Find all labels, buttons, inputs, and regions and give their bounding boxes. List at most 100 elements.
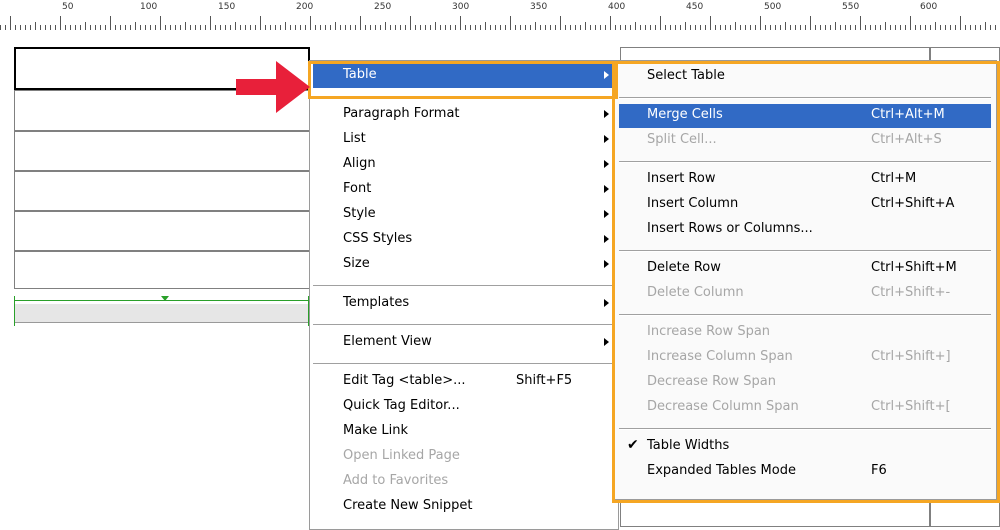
menu-item-style[interactable]: Style	[313, 203, 615, 227]
ruler-tick	[125, 25, 126, 30]
menu-item-insert-row[interactable]: Insert Row Ctrl+M	[619, 168, 991, 192]
ruler-tick	[905, 25, 906, 30]
ruler-tick	[335, 22, 336, 30]
ruler-tick	[355, 25, 356, 30]
menu-item-list[interactable]: List	[313, 128, 615, 152]
menu-item-paragraph-format[interactable]: Paragraph Format	[313, 103, 615, 127]
menu-item-quick-tag-editor[interactable]: Quick Tag Editor...	[313, 395, 615, 419]
ruler-tick	[240, 25, 241, 30]
menu-item-table[interactable]: Table	[313, 64, 615, 88]
ruler-tick	[475, 25, 476, 30]
menu-separator	[313, 285, 615, 287]
menu-item-label: Open Linked Page	[343, 448, 460, 463]
menu-item-shortcut: Ctrl+Shift+]	[871, 349, 951, 364]
ruler-tick	[195, 25, 196, 30]
table-width-guide[interactable]	[14, 296, 309, 332]
ruler-tick	[470, 25, 471, 30]
menu-item-css-styles[interactable]: CSS Styles	[313, 228, 615, 252]
menu-item-merge-cells[interactable]: Merge Cells Ctrl+Alt+M	[619, 104, 991, 128]
menu-item-select-table[interactable]: Select Table	[619, 65, 991, 89]
menu-item-label: List	[343, 131, 366, 146]
ruler-tick	[190, 25, 191, 30]
ruler-tick	[350, 25, 351, 30]
menu-item-create-new-snippet[interactable]: Create New Snippet	[313, 495, 615, 519]
ruler-tick	[450, 25, 451, 30]
ruler-label: 600	[920, 2, 938, 12]
ruler-tick	[755, 25, 756, 30]
menu-item-size[interactable]: Size	[313, 253, 615, 277]
menu-item-expanded-tables-mode[interactable]: Expanded Tables Mode F6	[619, 460, 991, 484]
ruler-tick	[85, 22, 86, 30]
submenu-arrow-icon	[604, 299, 609, 307]
submenu-arrow-icon	[604, 338, 609, 346]
menu-item-label: Templates	[343, 295, 410, 310]
menu-item-label: Expanded Tables Mode	[647, 463, 796, 478]
ruler-tick	[765, 25, 766, 30]
ruler-tick	[725, 25, 726, 30]
ruler-tick	[30, 25, 31, 30]
checkmark-icon: ✔	[627, 437, 639, 453]
menu-item-shortcut: Ctrl+Shift+M	[871, 260, 957, 275]
ruler-label: 100	[140, 2, 158, 12]
ruler-tick	[625, 25, 626, 30]
ruler-tick	[795, 25, 796, 30]
ruler-tick	[810, 16, 811, 30]
menu-item-element-view[interactable]: Element View	[313, 331, 615, 355]
ruler-tick	[920, 25, 921, 30]
ruler-label: 200	[296, 2, 314, 12]
ruler-tick	[105, 25, 106, 30]
ruler-tick	[435, 22, 436, 30]
ruler-tick	[535, 22, 536, 30]
table-submenu: Select Table Merge Cells Ctrl+Alt+M Split C…	[614, 60, 997, 500]
ruler-tick	[505, 25, 506, 30]
ruler-tick	[880, 25, 881, 30]
table-cell[interactable]	[14, 251, 310, 289]
menu-item-label: Table Widths	[647, 438, 730, 453]
ruler-tick	[995, 25, 996, 30]
ruler-tick	[605, 25, 606, 30]
ruler-tick	[900, 25, 901, 30]
ruler-tick	[295, 25, 296, 30]
ruler-tick	[120, 25, 121, 30]
table-cell[interactable]	[14, 171, 310, 211]
ruler-tick	[235, 22, 236, 30]
ruler-tick	[600, 25, 601, 30]
menu-item-shortcut: Shift+F5	[516, 373, 573, 388]
ruler-tick	[560, 16, 561, 30]
menu-item-align[interactable]: Align	[313, 153, 615, 177]
menu-item-label: Delete Row	[647, 260, 721, 275]
menu-item-make-link[interactable]: Make Link	[313, 420, 615, 444]
ruler-tick	[865, 25, 866, 30]
menu-item-font[interactable]: Font	[313, 178, 615, 202]
menu-item-shortcut: Ctrl+Shift+[	[871, 399, 951, 414]
ruler-tick	[690, 25, 691, 30]
ruler-tick	[455, 25, 456, 30]
ruler-tick	[490, 25, 491, 30]
ruler-tick	[580, 25, 581, 30]
table-cell[interactable]	[14, 131, 310, 171]
ruler-tick	[945, 25, 946, 30]
menu-item-delete-row[interactable]: Delete Row Ctrl+Shift+M	[619, 257, 991, 281]
table-cell[interactable]	[14, 211, 310, 251]
chevron-down-icon[interactable]	[161, 296, 169, 301]
ruler-tick	[440, 25, 441, 30]
ruler-tick	[715, 25, 716, 30]
menu-item-edit-tag-table[interactable]: Edit Tag <table>... Shift+F5	[313, 370, 615, 394]
submenu-arrow-icon	[604, 71, 609, 79]
ruler-tick	[680, 25, 681, 30]
ruler-tick	[385, 22, 386, 30]
menu-item-insert-rows-or-columns[interactable]: Insert Rows or Columns...	[619, 218, 991, 242]
ruler-tick	[260, 16, 261, 30]
ruler-tick	[5, 25, 6, 30]
ruler-tick	[990, 25, 991, 30]
menu-item-label: Insert Row	[647, 171, 716, 186]
ruler-tick	[110, 16, 111, 30]
menu-item-table-widths[interactable]: ✔ Table Widths	[619, 435, 991, 459]
menu-item-templates[interactable]: Templates	[313, 292, 615, 316]
ruler-tick	[665, 25, 666, 30]
menu-item-insert-column[interactable]: Insert Column Ctrl+Shift+A	[619, 193, 991, 217]
submenu-arrow-icon	[604, 210, 609, 218]
ruler-tick	[700, 25, 701, 30]
submenu-arrow-icon	[604, 135, 609, 143]
ruler-tick	[20, 25, 21, 30]
